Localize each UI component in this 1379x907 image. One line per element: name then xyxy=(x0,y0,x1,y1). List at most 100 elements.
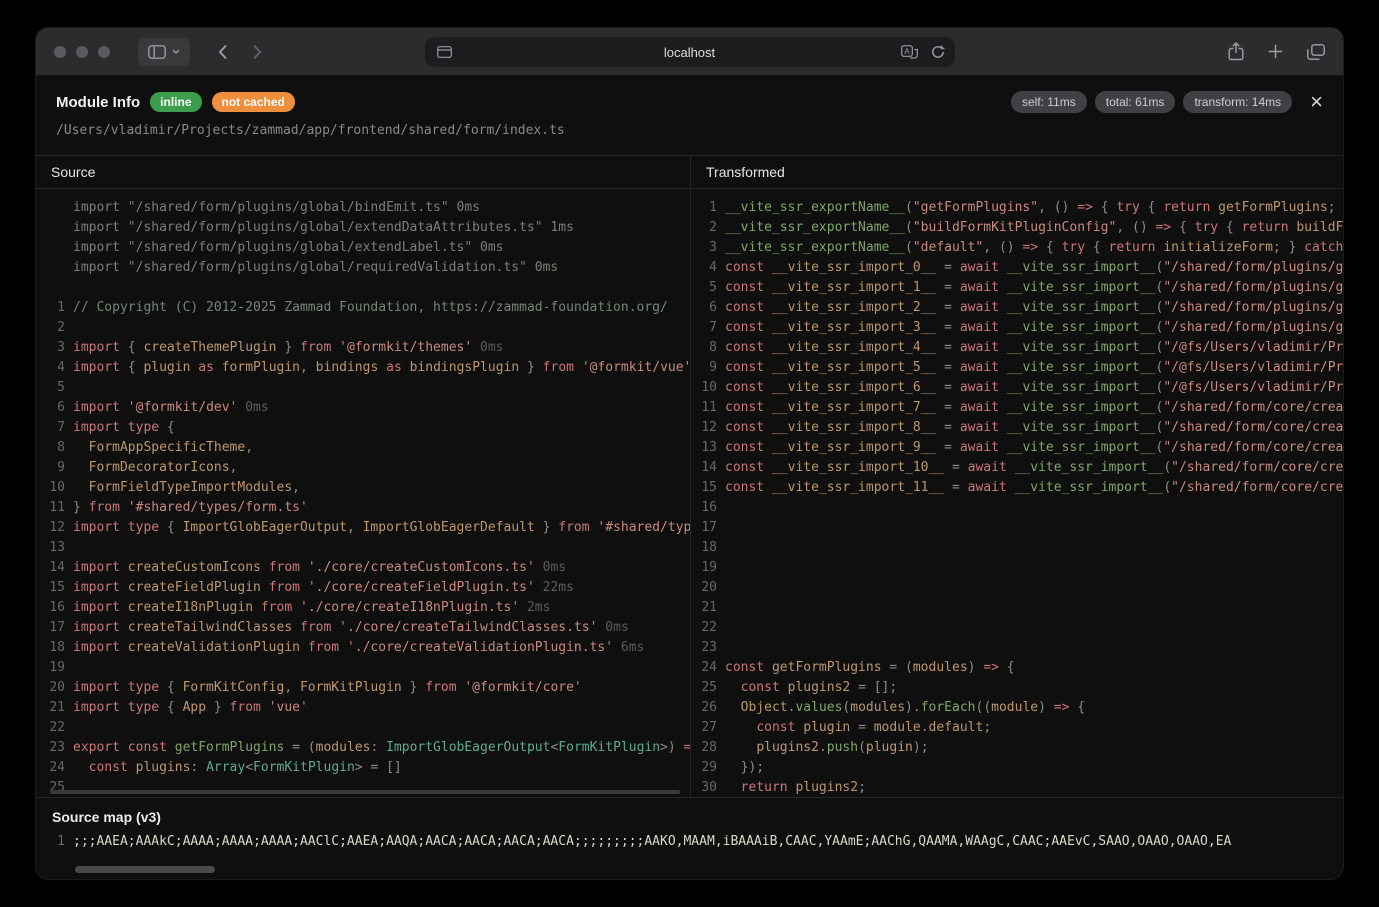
code-line: 19 xyxy=(691,558,1343,578)
code-line: 12import type { ImportGlobEagerOutput, I… xyxy=(36,518,690,538)
url-text[interactable]: localhost xyxy=(425,37,955,67)
code-line: 18 xyxy=(691,538,1343,558)
chevron-right-icon xyxy=(252,44,262,60)
code-line: 5const __vite_ssr_import_1__ = await __v… xyxy=(691,278,1343,298)
code-line: 7const __vite_ssr_import_3__ = await __v… xyxy=(691,318,1343,338)
code-line: 11} from '#shared/types/form.ts' xyxy=(36,498,690,518)
code-line: import "/shared/form/plugins/global/bind… xyxy=(36,198,690,218)
sourcemap-code-view[interactable]: 1;;;AAEA;AAAkC;AAAA;AAAA;AAAA;AAClC;AAEA… xyxy=(36,832,1343,852)
code-line: 10const __vite_ssr_import_6__ = await __… xyxy=(691,378,1343,398)
self-time-badge: self: 11ms xyxy=(1011,91,1087,113)
code-line: 17 xyxy=(691,518,1343,538)
code-line: 22 xyxy=(691,618,1343,638)
code-line: 5 xyxy=(36,378,690,398)
transform-time-badge: transform: 14ms xyxy=(1183,91,1292,113)
code-line: 14const __vite_ssr_import_10__ = await _… xyxy=(691,458,1343,478)
total-time-badge: total: 61ms xyxy=(1095,91,1176,113)
sidebar-icon xyxy=(148,45,166,59)
code-line: 17import createTailwindClasses from './c… xyxy=(36,618,690,638)
source-code-view[interactable]: import "/shared/form/plugins/global/bind… xyxy=(36,189,690,797)
inline-badge: inline xyxy=(150,92,201,112)
code-line: 2 xyxy=(36,318,690,338)
code-line: 25 const plugins2 = []; xyxy=(691,678,1343,698)
translate-icon[interactable]: A xyxy=(901,45,918,59)
code-line: 28 plugins2.push(plugin); xyxy=(691,738,1343,758)
transformed-panel: Transformed 1__vite_ssr_exportName__("ge… xyxy=(691,156,1343,797)
code-line: 1// Copyright (C) 2012-2025 Zammad Found… xyxy=(36,298,690,318)
close-icon[interactable]: × xyxy=(1310,92,1323,112)
not-cached-badge: not cached xyxy=(212,92,295,112)
code-line: 16 xyxy=(691,498,1343,518)
code-line: 10 FormFieldTypeImportModules, xyxy=(36,478,690,498)
transformed-code-view[interactable]: 1__vite_ssr_exportName__("getFormPlugins… xyxy=(691,189,1343,797)
code-line: 13const __vite_ssr_import_9__ = await __… xyxy=(691,438,1343,458)
code-line: 30 return plugins2; xyxy=(691,778,1343,797)
page-title: Module Info xyxy=(56,94,140,111)
code-line: 18import createValidationPlugin from './… xyxy=(36,638,690,658)
code-line: 11const __vite_ssr_import_7__ = await __… xyxy=(691,398,1343,418)
module-file-path: /Users/vladimir/Projects/zammad/app/fron… xyxy=(56,123,1323,138)
traffic-light-zoom[interactable] xyxy=(98,46,110,58)
code-line: 29 }); xyxy=(691,758,1343,778)
back-button[interactable] xyxy=(218,44,228,60)
code-line: 14import createCustomIcons from './core/… xyxy=(36,558,690,578)
module-info-header: Module Info inline not cached self: 11ms… xyxy=(36,76,1343,155)
code-line: 8const __vite_ssr_import_4__ = await __v… xyxy=(691,338,1343,358)
code-line: import "/shared/form/plugins/global/requ… xyxy=(36,258,690,278)
window-controls xyxy=(54,46,110,58)
code-line: 26 Object.values(modules).forEach((modul… xyxy=(691,698,1343,718)
sourcemap-section: Source map (v3) 1;;;AAEA;AAAkC;AAAA;AAAA… xyxy=(36,797,1343,879)
code-line: 24const getFormPlugins = (modules) => { xyxy=(691,658,1343,678)
transformed-panel-title: Transformed xyxy=(691,156,1343,189)
code-line: 15const __vite_ssr_import_11__ = await _… xyxy=(691,478,1343,498)
code-line: 4const __vite_ssr_import_0__ = await __v… xyxy=(691,258,1343,278)
sidebar-toggle-button[interactable] xyxy=(138,38,190,66)
code-line: 25 xyxy=(36,778,690,797)
code-line: 6const __vite_ssr_import_2__ = await __v… xyxy=(691,298,1343,318)
code-line: 21import type { App } from 'vue' xyxy=(36,698,690,718)
code-line: import "/shared/form/plugins/global/exte… xyxy=(36,218,690,238)
code-line: 22 xyxy=(36,718,690,738)
traffic-light-minimize[interactable] xyxy=(76,46,88,58)
code-line: 19 xyxy=(36,658,690,678)
code-line: 20 xyxy=(691,578,1343,598)
traffic-light-close[interactable] xyxy=(54,46,66,58)
forward-button[interactable] xyxy=(252,44,262,60)
code-line: 21 xyxy=(691,598,1343,618)
chevron-left-icon xyxy=(218,44,228,60)
share-icon[interactable] xyxy=(1228,42,1244,61)
timing-badges: self: 11ms total: 61ms transform: 14ms xyxy=(1011,91,1292,113)
code-line: 3import { createThemePlugin } from '@for… xyxy=(36,338,690,358)
code-line: import "/shared/form/plugins/global/exte… xyxy=(36,238,690,258)
chevron-down-icon xyxy=(172,49,180,54)
code-line: 9const __vite_ssr_import_5__ = await __v… xyxy=(691,358,1343,378)
code-line: 20import type { FormKitConfig, FormKitPl… xyxy=(36,678,690,698)
code-line: 9 FormDecoratorIcons, xyxy=(36,458,690,478)
horizontal-scrollbar[interactable] xyxy=(50,790,680,794)
source-panel-title: Source xyxy=(36,156,690,189)
code-line xyxy=(36,278,690,298)
code-line: 23 xyxy=(691,638,1343,658)
code-line: 8 FormAppSpecificTheme, xyxy=(36,438,690,458)
code-line: 23export const getFormPlugins = (modules… xyxy=(36,738,690,758)
code-line: 1__vite_ssr_exportName__("getFormPlugins… xyxy=(691,198,1343,218)
browser-titlebar: localhost A xyxy=(36,28,1343,76)
horizontal-scrollbar[interactable] xyxy=(75,866,215,873)
code-line: 16import createI18nPlugin from './core/c… xyxy=(36,598,690,618)
browser-window: localhost A xyxy=(36,28,1343,879)
code-line: 24 const plugins: Array<FormKitPlugin> =… xyxy=(36,758,690,778)
code-line: 4import { plugin as formPlugin, bindings… xyxy=(36,358,690,378)
code-line: 1;;;AAEA;AAAkC;AAAA;AAAA;AAAA;AAClC;AAEA… xyxy=(36,832,1343,852)
sourcemap-title: Source map (v3) xyxy=(36,798,1343,832)
code-line: 13 xyxy=(36,538,690,558)
code-line: 12const __vite_ssr_import_8__ = await __… xyxy=(691,418,1343,438)
code-line: 6import '@formkit/dev' 0ms xyxy=(36,398,690,418)
reload-icon[interactable] xyxy=(931,45,945,59)
code-line: 7import type { xyxy=(36,418,690,438)
new-tab-icon[interactable] xyxy=(1268,44,1283,59)
tab-overview-icon[interactable] xyxy=(1307,44,1325,60)
code-line: 2__vite_ssr_exportName__("buildFormKitPl… xyxy=(691,218,1343,238)
svg-text:A: A xyxy=(904,47,910,56)
address-bar[interactable]: localhost A xyxy=(425,37,955,67)
code-line: 15import createFieldPlugin from './core/… xyxy=(36,578,690,598)
